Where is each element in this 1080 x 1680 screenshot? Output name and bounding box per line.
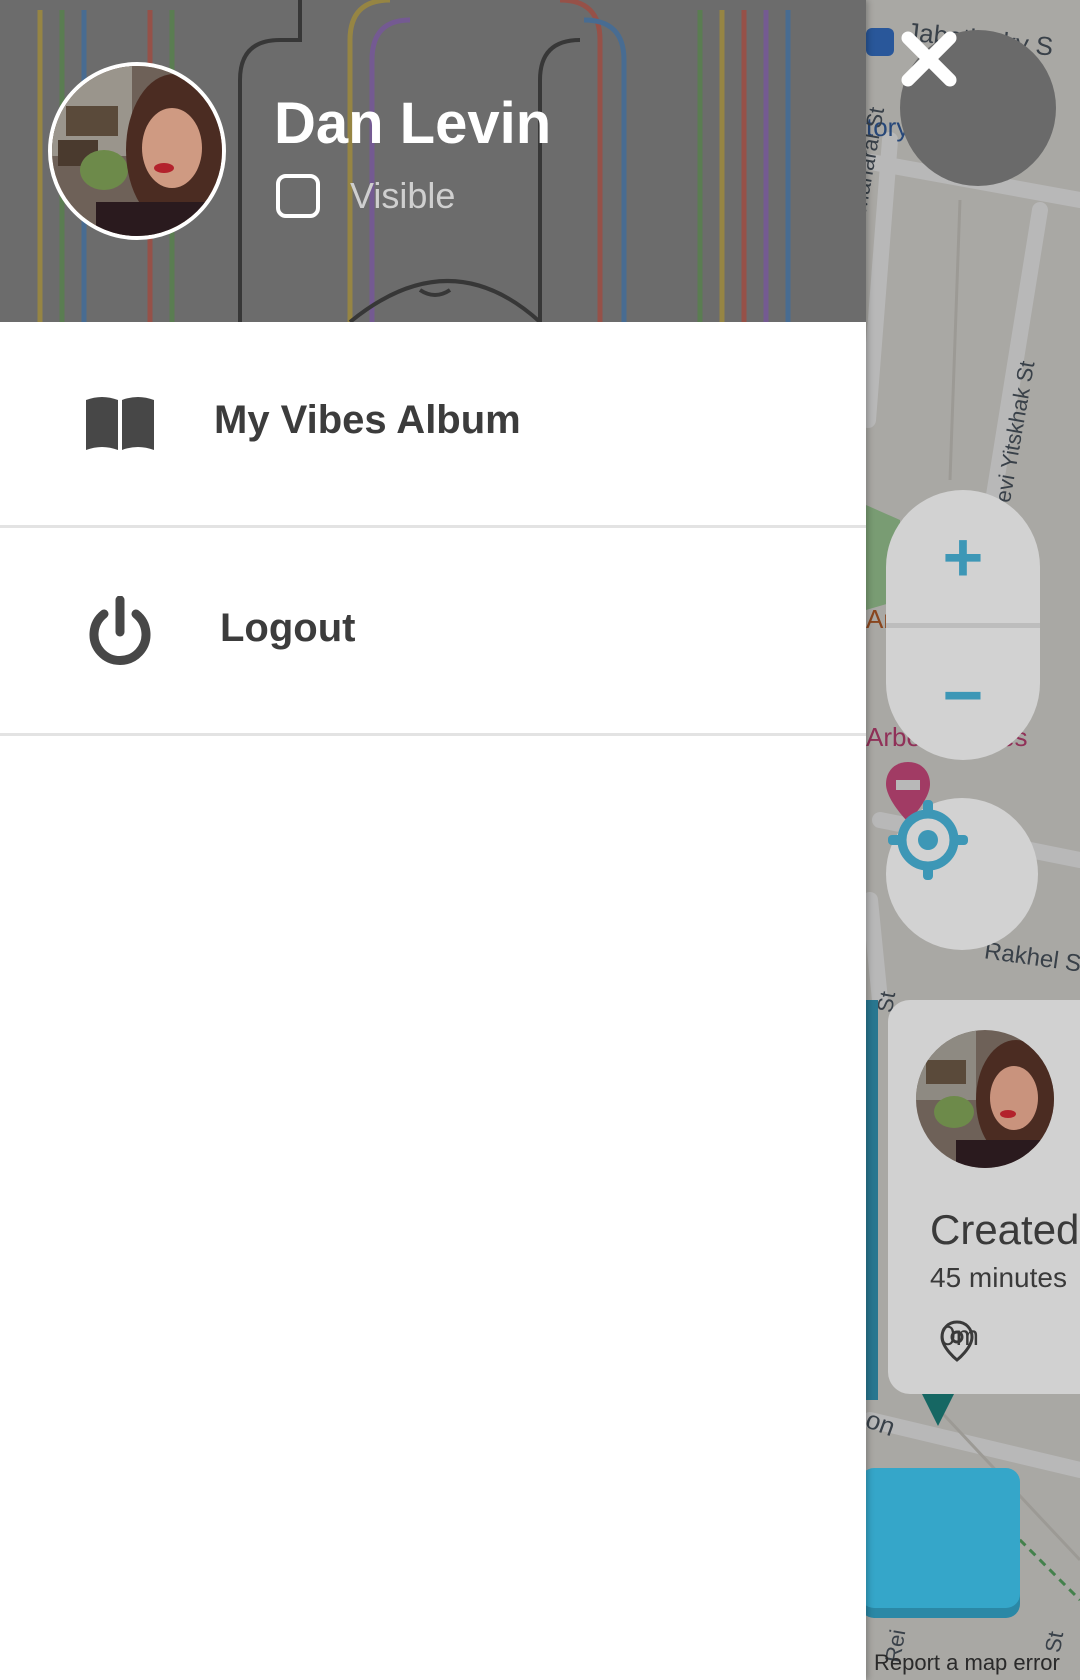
profile-name: Dan Levin [274, 91, 552, 156]
visibility-toggle[interactable]: Visible [276, 174, 455, 218]
card-time: 45 minutes [930, 1262, 1067, 1293]
drawer-header: Dan Levin Visible [0, 0, 866, 322]
report-map-error-link[interactable]: Report a map error [874, 1650, 1060, 1676]
visibility-label: Visible [350, 175, 456, 216]
menu-item-label: My Vibes Album [214, 398, 521, 442]
close-icon [901, 31, 957, 87]
menu-item-logout[interactable]: Logout [0, 530, 866, 736]
power-icon [89, 596, 151, 665]
action-button[interactable] [860, 1468, 1020, 1608]
my-location-button[interactable] [886, 798, 1038, 950]
menu-item-label: Logout [220, 606, 356, 650]
visibility-checkbox[interactable] [276, 174, 320, 218]
card-title: Created [930, 1206, 1080, 1253]
navigation-drawer: Dan Levin Visible My Vibes Album Logout [0, 0, 866, 1680]
zoom-control: + − [886, 490, 1040, 760]
vibe-card[interactable]: Created 45 minutes 0m [888, 1000, 1080, 1394]
book-icon [86, 397, 154, 450]
zoom-out-button[interactable]: − [886, 628, 1040, 762]
profile-avatar[interactable] [48, 62, 226, 240]
card-distance: 0m [940, 1320, 979, 1362]
menu-item-my-vibes-album[interactable]: My Vibes Album [0, 322, 866, 528]
location-pin-icon [940, 1320, 974, 1362]
card-avatar [916, 1030, 1054, 1168]
crosshair-icon [888, 800, 968, 880]
zoom-in-button[interactable]: + [886, 490, 1040, 624]
close-drawer-button[interactable] [900, 30, 1056, 186]
